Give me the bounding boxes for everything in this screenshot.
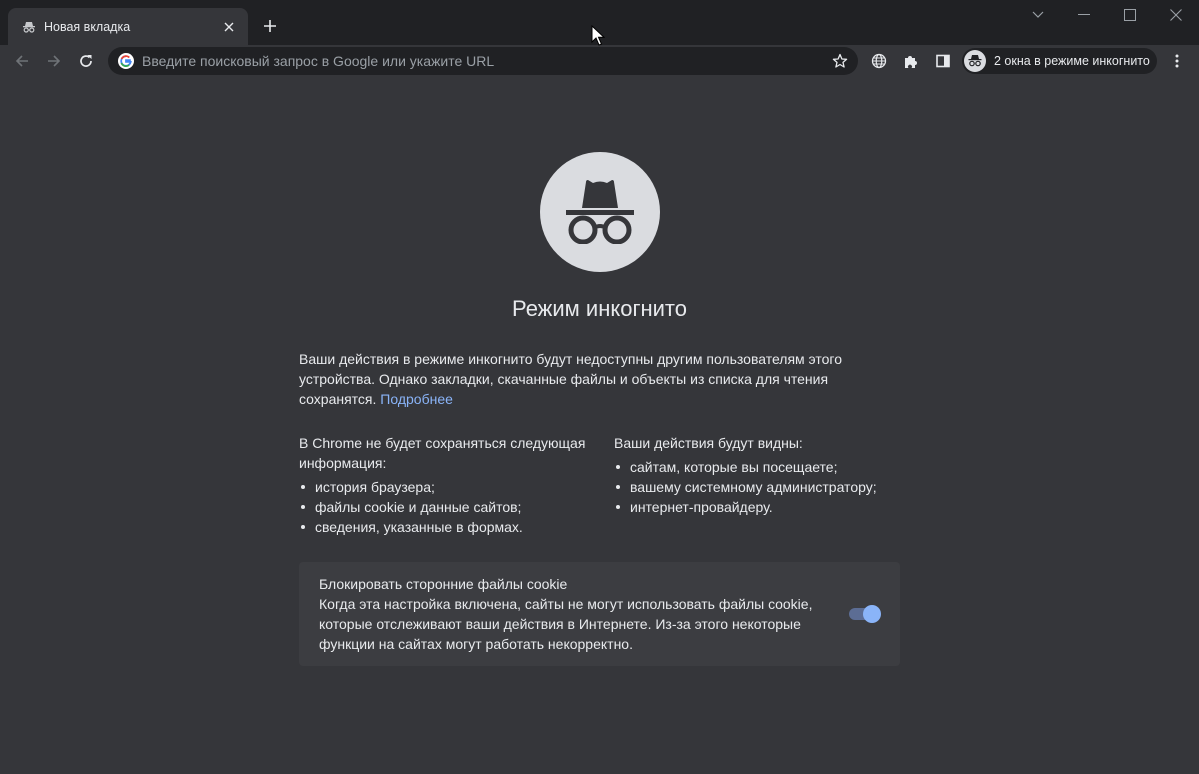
close-icon	[1170, 9, 1182, 21]
puzzle-icon	[905, 56, 917, 68]
minimize-button[interactable]	[1061, 0, 1107, 30]
incognito-avatar-icon	[964, 50, 986, 72]
list-item: интернет-провайдеру.	[614, 497, 904, 517]
visible-to-heading: Ваши действия будут видны:	[614, 435, 803, 451]
new-tab-button[interactable]	[258, 14, 282, 38]
not-saved-section: В Chrome не будет сохраняться следующая …	[299, 433, 589, 537]
block-third-party-cookies-toggle[interactable]	[847, 605, 881, 623]
incognito-profile-button[interactable]: 2 окна в режиме инкогнито	[962, 48, 1157, 74]
tab-search-button[interactable]	[1015, 0, 1061, 30]
omnibox[interactable]	[108, 47, 858, 75]
list-item: вашему системному администратору;	[614, 477, 904, 497]
side-panel-icon	[936, 54, 950, 68]
maximize-icon	[1124, 9, 1136, 21]
not-saved-list: история браузера; файлы cookie и данные …	[299, 477, 589, 537]
tab-new-tab[interactable]: Новая вкладка	[8, 8, 248, 45]
reload-icon	[80, 55, 92, 67]
list-item: сведения, указанные в формах.	[299, 517, 589, 537]
kebab-menu-icon	[1175, 54, 1179, 68]
cookie-card-description: Когда эта настройка включена, сайты не м…	[319, 596, 813, 652]
translate-button[interactable]	[865, 47, 893, 75]
arrow-right-icon	[48, 55, 61, 67]
side-panel-button[interactable]	[929, 47, 957, 75]
intro-paragraph: Ваши действия в режиме инкогнито будут н…	[299, 349, 889, 409]
chevron-down-icon	[1032, 11, 1044, 18]
plus-icon	[264, 20, 276, 32]
learn-more-link[interactable]: Подробнее	[380, 391, 453, 407]
google-icon	[118, 53, 134, 69]
bookmark-star-icon[interactable]	[826, 47, 854, 75]
visible-to-section: Ваши действия будут видны: сайтам, котор…	[614, 433, 904, 517]
incognito-ntp: Режим инкогнито Ваши действия в режиме и…	[0, 77, 1199, 774]
search-input[interactable]	[142, 53, 826, 69]
globe-icon	[871, 53, 887, 69]
incognito-icon	[22, 20, 36, 34]
extensions-button[interactable]	[897, 47, 925, 75]
toggle-knob	[863, 605, 881, 623]
minimize-icon	[1078, 14, 1090, 15]
cookie-controls-card: Блокировать сторонние файлы cookie Когда…	[299, 562, 900, 666]
cookie-text: Блокировать сторонние файлы cookie Когда…	[319, 574, 839, 654]
toolbar: 2 окна в режиме инкогнито	[0, 45, 1199, 77]
list-item: сайтам, которые вы посещаете;	[614, 457, 904, 477]
list-item: файлы cookie и данные сайтов;	[299, 497, 589, 517]
incognito-hero-icon	[540, 152, 660, 272]
mouse-cursor-icon	[591, 25, 605, 46]
back-button[interactable]	[8, 47, 36, 75]
menu-button[interactable]	[1163, 47, 1191, 75]
close-window-button[interactable]	[1153, 0, 1199, 30]
not-saved-heading: В Chrome не будет сохраняться следующая …	[299, 435, 586, 471]
cookie-card-title: Блокировать сторонние файлы cookie	[319, 576, 568, 592]
incognito-windows-label: 2 окна в режиме инкогнито	[994, 54, 1150, 68]
reload-button[interactable]	[72, 47, 100, 75]
list-item: история браузера;	[299, 477, 589, 497]
maximize-button[interactable]	[1107, 0, 1153, 30]
close-icon[interactable]	[220, 18, 238, 36]
tab-title: Новая вкладка	[44, 19, 131, 34]
arrow-left-icon	[15, 55, 28, 67]
forward-button[interactable]	[40, 47, 68, 75]
page-title: Режим инкогнито	[511, 296, 687, 321]
visible-to-list: сайтам, которые вы посещаете; вашему сис…	[614, 457, 904, 517]
